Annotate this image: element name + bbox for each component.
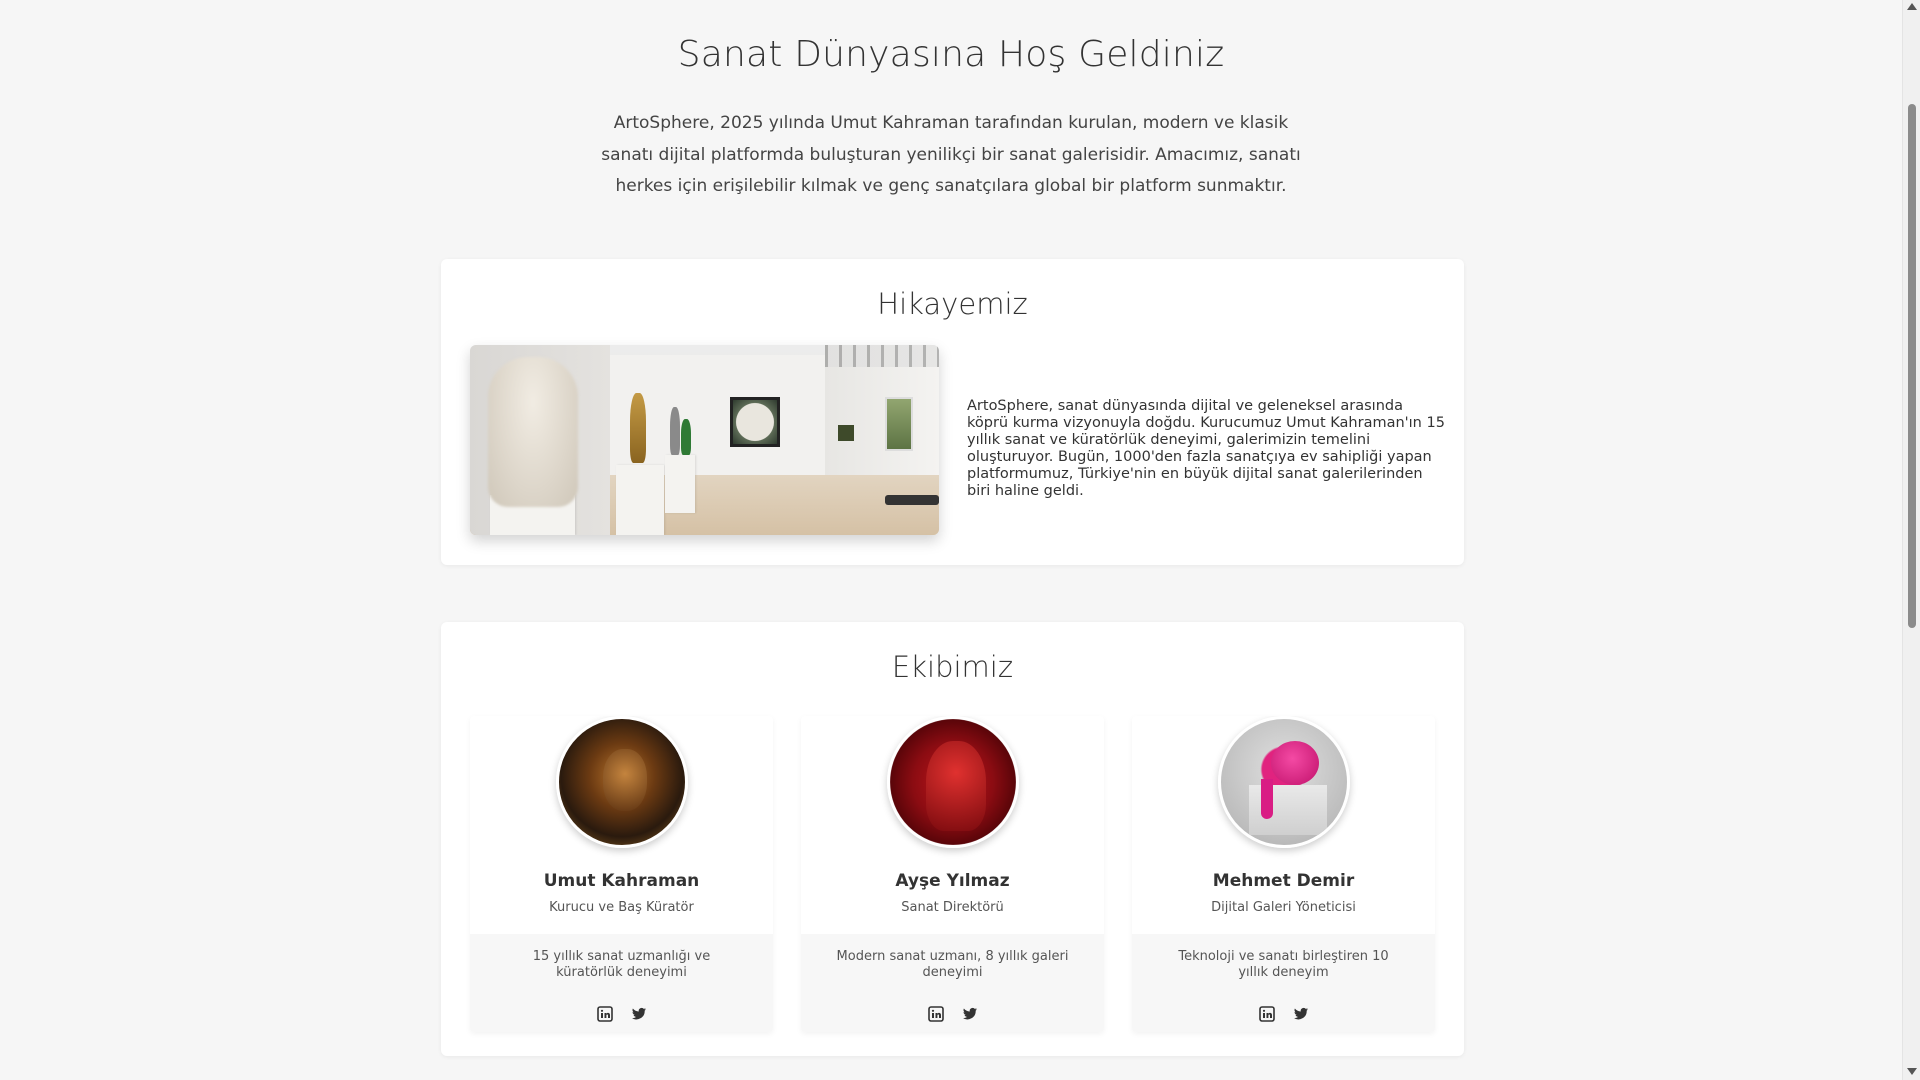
scroll-up-arrow-icon[interactable] [1907,3,1917,10]
member-name: Umut Kahraman [543,871,700,891]
twitter-icon[interactable] [962,1006,978,1022]
member-description: 15 yıllık sanat uzmanlığı ve küratörlük … [532,949,711,980]
scroll-down-arrow-icon[interactable] [1907,1068,1917,1075]
story-section: Hikayemiz ArtoSphere, sanat dünyasında d… [441,259,1464,565]
page: Sanat Dünyasına Hoş Geldiniz ArtoSphere,… [0,0,1902,1080]
team-member-card: Umut Kahraman Kurucu ve Baş Küratör 15 y… [470,716,773,1032]
linkedin-icon[interactable] [1258,1006,1275,1022]
hero-title: Sanat Dünyasına Hoş Geldiniz [677,34,1225,75]
team-member-card: Ayşe Yılmaz Sanat Direktörü Modern sanat… [801,716,1104,1032]
team-section: Ekibimiz Umut Kahraman Kurucu ve Baş Kür… [441,622,1464,1056]
member-name: Ayşe Yılmaz [895,871,1010,891]
hero-intro: ArtoSphere, 2025 yılında Umut Kahraman t… [601,113,1301,196]
linkedin-icon[interactable] [596,1006,613,1022]
linkedin-icon[interactable] [927,1006,944,1022]
twitter-icon[interactable] [1293,1006,1309,1022]
social-links [801,1006,1104,1022]
member-description: Modern sanat uzmanı, 8 yıllık galeri den… [836,949,1069,980]
twitter-icon[interactable] [631,1006,647,1022]
team-member-card: Mehmet Demir Dijital Galeri Yöneticisi T… [1132,716,1435,1032]
member-role: Dijital Galeri Yöneticisi [1211,900,1356,915]
member-name: Mehmet Demir [1212,871,1355,891]
story-text: ArtoSphere, sanat dünyasında dijital ve … [967,398,1445,499]
avatar [1218,716,1350,848]
member-description: Teknoloji ve sanatı birleştiren 10 yıllı… [1178,949,1389,980]
member-role: Sanat Direktörü [901,900,1004,915]
story-title: Hikayemiz [877,287,1028,321]
avatar [887,716,1019,848]
social-links [1132,1006,1435,1022]
social-links [470,1006,773,1022]
vertical-scrollbar[interactable] [1902,0,1920,1080]
gallery-image [470,345,939,535]
member-role: Kurucu ve Baş Küratör [549,900,694,915]
scrollbar-thumb[interactable] [1908,104,1916,628]
team-title: Ekibimiz [891,650,1014,684]
avatar [556,716,688,848]
